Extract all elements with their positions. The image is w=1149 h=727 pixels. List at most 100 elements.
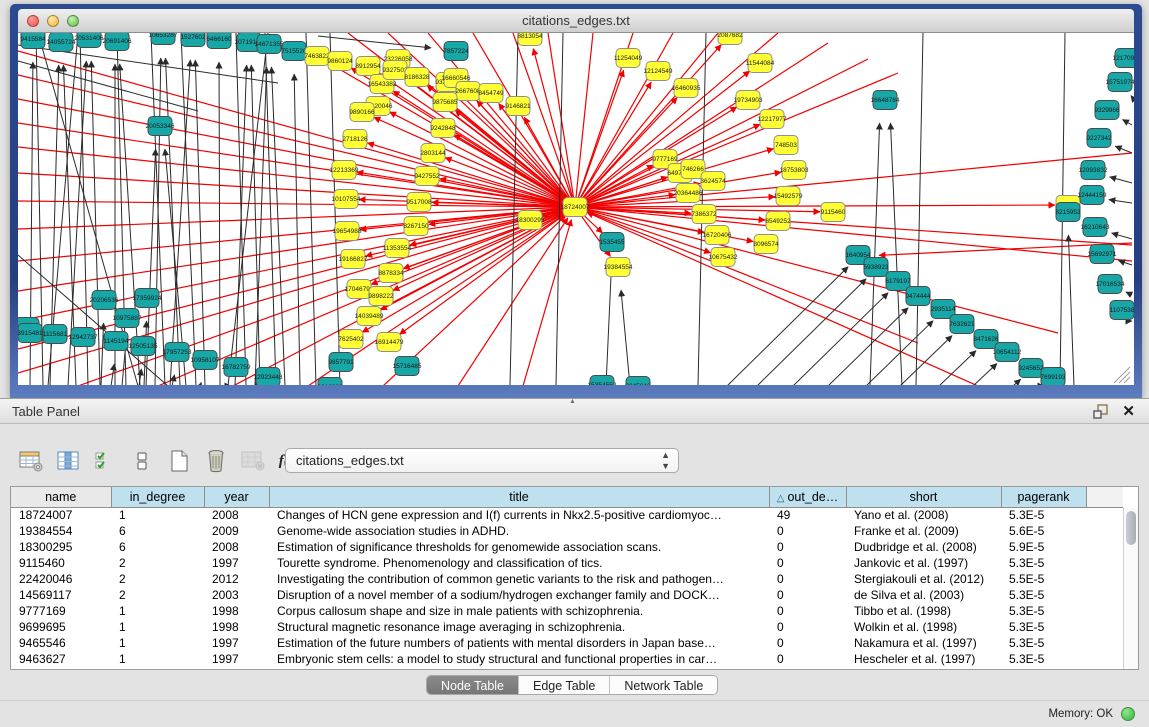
tab-node-table[interactable]: Node Table: [427, 676, 519, 694]
graph-node[interactable]: 1107538: [1110, 301, 1134, 320]
graph-node[interactable]: 7463822: [304, 47, 330, 66]
graph-node[interactable]: 12170920: [1113, 49, 1134, 68]
tab-network-table[interactable]: Network Table: [610, 676, 717, 694]
graph-node[interactable]: 8267150: [403, 217, 429, 236]
graph-node[interactable]: 9146821: [505, 97, 531, 116]
graph-node[interactable]: 18753803: [780, 161, 809, 180]
graph-node[interactable]: 17957253: [163, 343, 192, 362]
canvas-resize-grip[interactable]: [1119, 372, 1130, 383]
graph-node[interactable]: 12093832: [1079, 161, 1108, 180]
graph-node[interactable]: 7699193: [1040, 368, 1066, 386]
graph-node[interactable]: 16914479: [375, 333, 404, 352]
graph-node[interactable]: 2087682: [717, 33, 743, 45]
table-selector-dropdown[interactable]: citations_edges.txt ▲▼: [285, 448, 679, 473]
graph-node[interactable]: 9857791: [328, 353, 354, 372]
table-row[interactable]: 946362711997Embryonic stem cells: a mode…: [11, 651, 1123, 667]
graph-node[interactable]: 17016534: [1096, 275, 1125, 294]
graph-node[interactable]: 9517008: [406, 193, 432, 212]
graph-node[interactable]: 9474444: [905, 287, 931, 306]
network-canvas[interactable]: 9415584140557242053140620691406106532871…: [18, 33, 1134, 385]
graph-node[interactable]: 11353554: [383, 239, 412, 258]
graph-node[interactable]: 2718126: [342, 130, 368, 149]
graph-node[interactable]: 19734903: [734, 91, 763, 110]
graph-node[interactable]: 1145194: [104, 332, 129, 351]
graph-node[interactable]: 2667608: [455, 82, 481, 101]
graph-node[interactable]: 9242848: [430, 119, 456, 138]
table-row[interactable]: 977716911998Corpus callosum shape and si…: [11, 603, 1123, 619]
graph-node[interactable]: 20364486: [674, 184, 703, 203]
column-header-name[interactable]: name: [11, 487, 111, 507]
table-row[interactable]: 1456911722003Disruption of a novel membe…: [11, 587, 1123, 603]
table-row[interactable]: 969969511998Structural magnetic resonanc…: [11, 619, 1123, 635]
column-header-pagerank[interactable]: pagerank: [1001, 487, 1086, 507]
graph-node[interactable]: 20206536: [90, 291, 119, 310]
graph-node[interactable]: 19384554: [604, 258, 633, 277]
graph-node[interactable]: 12923448: [254, 368, 283, 386]
graph-node[interactable]: 1527602: [180, 33, 206, 47]
graph-node[interactable]: 20053346: [146, 117, 175, 136]
delete-rows-icon[interactable]: [203, 448, 229, 474]
column-header-short[interactable]: short: [846, 487, 1001, 507]
graph-node[interactable]: 15492579: [774, 187, 803, 206]
scrollbar-thumb[interactable]: [1126, 511, 1136, 545]
network-canvas-svg[interactable]: 9415584140557242053140620691406106532871…: [18, 33, 1134, 385]
graph-node[interactable]: 8454749: [478, 84, 504, 103]
column-header-in_degree[interactable]: in_degree: [111, 487, 204, 507]
graph-node[interactable]: 6466160: [206, 33, 232, 49]
tab-edge-table[interactable]: Edge Table: [519, 676, 610, 694]
rows-icon[interactable]: [129, 448, 155, 474]
close-panel-icon[interactable]: ✕: [1122, 402, 1135, 420]
graph-node[interactable]: 8912954: [355, 57, 381, 76]
graph-node[interactable]: 2803144: [420, 144, 446, 163]
graph-node[interactable]: 10675432: [709, 248, 738, 267]
graph-node[interactable]: 7386372: [691, 205, 717, 224]
graph-node[interactable]: 8878334: [378, 264, 404, 283]
graph-node[interactable]: 1535455: [599, 233, 625, 252]
table-row[interactable]: 1830029562008Estimation of significance …: [11, 539, 1123, 555]
graph-node[interactable]: 16720406: [703, 226, 732, 245]
graph-node[interactable]: 20691406: [103, 33, 132, 51]
graph-node[interactable]: 16648784: [871, 91, 900, 110]
graph-node[interactable]: 18300295: [516, 211, 545, 230]
graph-node[interactable]: 1115681: [43, 325, 68, 344]
graph-node[interactable]: 10654112: [993, 343, 1022, 362]
graph-node[interactable]: 19166827: [339, 250, 368, 269]
graph-node[interactable]: 15751074: [1106, 73, 1134, 92]
graph-node[interactable]: 15716485: [393, 357, 422, 376]
graph-node[interactable]: 9875685: [432, 93, 458, 112]
table-row[interactable]: 911546021997Tourette syndrome. Phenomeno…: [11, 555, 1123, 571]
graph-node[interactable]: 8096574: [753, 235, 779, 254]
graph-node[interactable]: 8186328: [404, 68, 430, 87]
table-settings-icon[interactable]: [18, 448, 44, 474]
splitter-handle[interactable]: ▲: [569, 399, 579, 404]
vertical-scrollbar[interactable]: [1123, 508, 1138, 669]
graph-node[interactable]: 3624574: [700, 172, 726, 191]
graph-node[interactable]: 7632621: [949, 315, 975, 334]
graph-node[interactable]: 2616063: [317, 378, 343, 386]
graph-node[interactable]: 11254049: [614, 49, 643, 68]
graph-node[interactable]: 10975887: [113, 309, 142, 328]
column-header-out_de[interactable]: △out_de…: [769, 487, 846, 507]
graph-node[interactable]: 16782759: [222, 358, 251, 377]
graph-node[interactable]: 10653287: [149, 33, 178, 45]
table-row[interactable]: 1938455462009Genome-wide association stu…: [11, 523, 1123, 539]
table-row[interactable]: 946554611997Estimation of the future num…: [11, 635, 1123, 651]
graph-node[interactable]: 8549252: [765, 212, 791, 231]
graph-node[interactable]: 8215953: [1055, 203, 1081, 222]
graph-node[interactable]: 20531406: [75, 33, 104, 48]
graph-node[interactable]: 7625402: [338, 330, 364, 349]
table-row[interactable]: 2242004622012Investigating the contribut…: [11, 571, 1123, 587]
new-table-icon[interactable]: [166, 448, 192, 474]
graph-node[interactable]: 9227342: [1086, 129, 1112, 148]
graph-node[interactable]: 9890166: [349, 103, 375, 122]
graph-node[interactable]: 12505135: [129, 337, 158, 356]
memory-status-indicator[interactable]: [1121, 707, 1135, 721]
graph-node[interactable]: 9898222: [368, 287, 394, 306]
graph-node[interactable]: 8813054: [517, 33, 543, 46]
column-header-title[interactable]: title: [269, 487, 769, 507]
graph-node[interactable]: 14671355: [255, 35, 284, 54]
graph-node[interactable]: 12213369: [330, 161, 359, 180]
graph-node[interactable]: 9860124: [327, 52, 353, 71]
graph-node[interactable]: 3915481: [18, 324, 43, 343]
graph-node[interactable]: 15354552: [588, 376, 617, 386]
